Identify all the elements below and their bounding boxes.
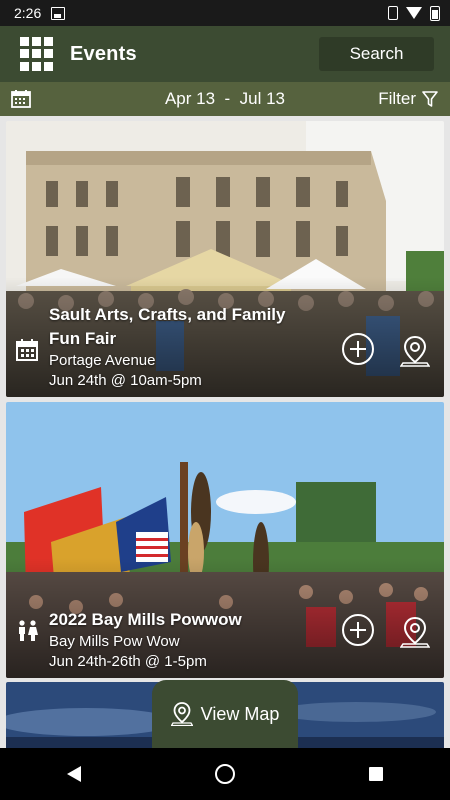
- vibrate-icon: [388, 6, 398, 20]
- view-map-label: View Map: [200, 703, 280, 724]
- date-filter-bar: Apr 13 - Jul 13 Filter: [0, 82, 450, 116]
- event-title: Sault Arts, Crafts, and Family Fun Fair: [49, 305, 286, 348]
- event-time: Jun 24th-26th @ 1-5pm: [49, 653, 207, 670]
- location-pin-icon[interactable]: [400, 616, 430, 648]
- filter-icon: [422, 91, 438, 107]
- grid-menu-icon[interactable]: [20, 37, 54, 71]
- battery-icon: [430, 5, 440, 21]
- back-icon[interactable]: [67, 766, 81, 782]
- home-icon[interactable]: [215, 764, 235, 784]
- app-bar: Events Search: [0, 26, 450, 82]
- page-title: Events: [70, 42, 137, 65]
- event-info: 2022 Bay Mills Powwow Bay Mills Pow Wow …: [49, 608, 309, 672]
- map-pin-icon: [170, 702, 193, 726]
- date-range-start: Apr 13: [164, 89, 216, 108]
- date-range-end: Jul 13: [239, 89, 286, 108]
- view-map-button[interactable]: View Map: [152, 680, 298, 748]
- event-title: 2022 Bay Mills Powwow: [49, 610, 242, 629]
- recents-icon[interactable]: [369, 767, 383, 781]
- system-nav-bar: [0, 748, 450, 800]
- event-card[interactable]: 2022 Bay Mills Powwow Bay Mills Pow Wow …: [6, 402, 444, 678]
- filter-label: Filter: [378, 89, 416, 108]
- add-event-button[interactable]: [342, 614, 374, 646]
- family-icon: [19, 620, 38, 641]
- event-card[interactable]: Sault Arts, Crafts, and Family Fun Fair …: [6, 121, 444, 397]
- event-time: Jun 24th @ 10am-5pm: [49, 372, 202, 389]
- wifi-icon: [406, 7, 422, 19]
- event-venue: Portage Avenue: [49, 352, 156, 369]
- filter-button[interactable]: Filter: [378, 89, 438, 109]
- status-time: 2:26: [14, 5, 42, 21]
- event-info: Sault Arts, Crafts, and Family Fun Fair …: [49, 303, 309, 391]
- location-pin-icon[interactable]: [400, 335, 430, 367]
- add-event-button[interactable]: [342, 333, 374, 365]
- status-icons: [388, 5, 440, 21]
- event-venue: Bay Mills Pow Wow: [49, 633, 180, 650]
- image-notification-icon: [51, 6, 66, 20]
- search-button[interactable]: Search: [319, 37, 434, 71]
- status-bar: 2:26: [0, 0, 450, 26]
- calendar-icon: [16, 339, 38, 361]
- date-range-separator: -: [224, 89, 231, 108]
